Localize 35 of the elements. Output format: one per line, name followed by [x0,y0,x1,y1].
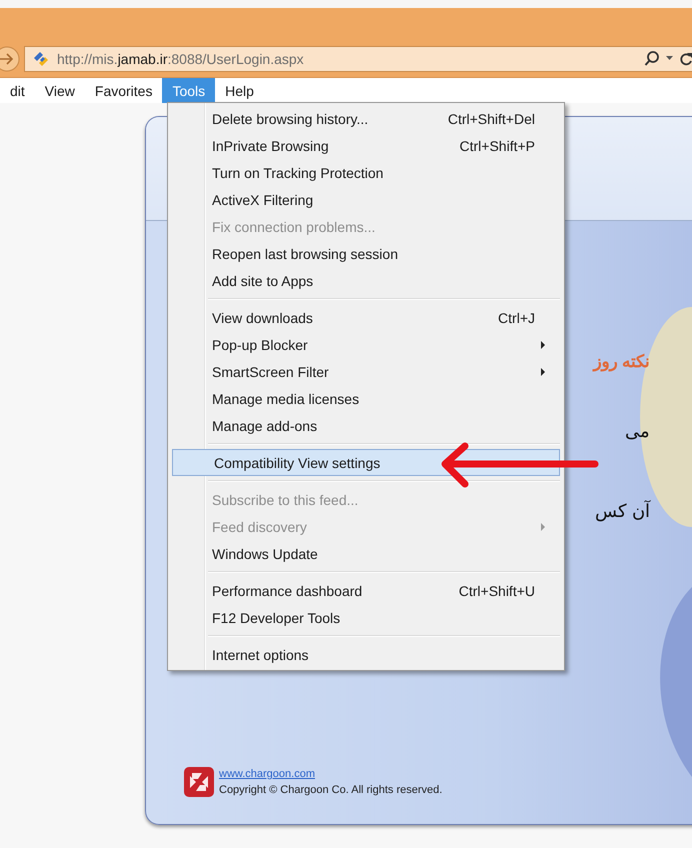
menu-item[interactable]: Add site to Apps [170,267,562,294]
menu-item[interactable]: Internet options [170,641,562,668]
dropdown-caret-icon[interactable] [666,56,673,61]
logo-icon [184,767,214,797]
tip-text: می [625,420,650,442]
menu-item[interactable]: SmartScreen Filter [170,358,562,385]
shortcut-text: Ctrl+Shift+P [460,138,535,154]
back-arrow-icon[interactable] [0,46,20,72]
tip-text: آن کس [594,500,650,522]
menu-item[interactable]: Manage add-ons [170,412,562,439]
menu-item[interactable]: Pop-up Blocker [170,331,562,358]
shortcut-text: Ctrl+J [498,310,535,326]
shortcut-text: Ctrl+Shift+U [458,582,535,598]
menu-item[interactable]: Windows Update [170,540,562,567]
copyright-text: Copyright © Chargoon Co. All rights reserved. [219,783,442,798]
menu-item[interactable]: Performance dashboard Ctrl+Shift+U [170,577,562,604]
menu-bar-item[interactable]: Favorites [84,78,162,103]
refresh-icon[interactable] [679,50,692,66]
menu-item[interactable]: Compatibility View settings [172,449,560,476]
menu-bar-item[interactable]: dit [0,78,35,103]
tip-title: نکته روز [593,351,650,372]
menu-item[interactable]: Reopen last browsing session [170,240,562,267]
shortcut-text: Ctrl+Shift+Del [448,110,535,126]
search-icon[interactable] [644,50,660,68]
menu-item[interactable]: InPrivate Browsing Ctrl+Shift+P [170,132,562,159]
address-field[interactable]: http://mis.jamab.ir:8088/UserLogin.aspx [24,46,692,72]
menu-item[interactable]: Manage media licenses [170,385,562,412]
menu-item[interactable]: Turn on Tracking Protection [170,159,562,186]
menu-item[interactable]: F12 Developer Tools [170,604,562,631]
menu-item[interactable]: View downloads Ctrl+J [170,304,562,331]
menu-item[interactable]: Delete browsing history... Ctrl+Shift+Del [170,105,562,132]
menu-bar-item[interactable]: Help [215,78,264,103]
menu-item[interactable]: ActiveX Filtering [170,186,562,213]
menu-bar-item[interactable]: View [34,78,85,103]
website-link[interactable]: www.chargoon.com [219,766,442,782]
